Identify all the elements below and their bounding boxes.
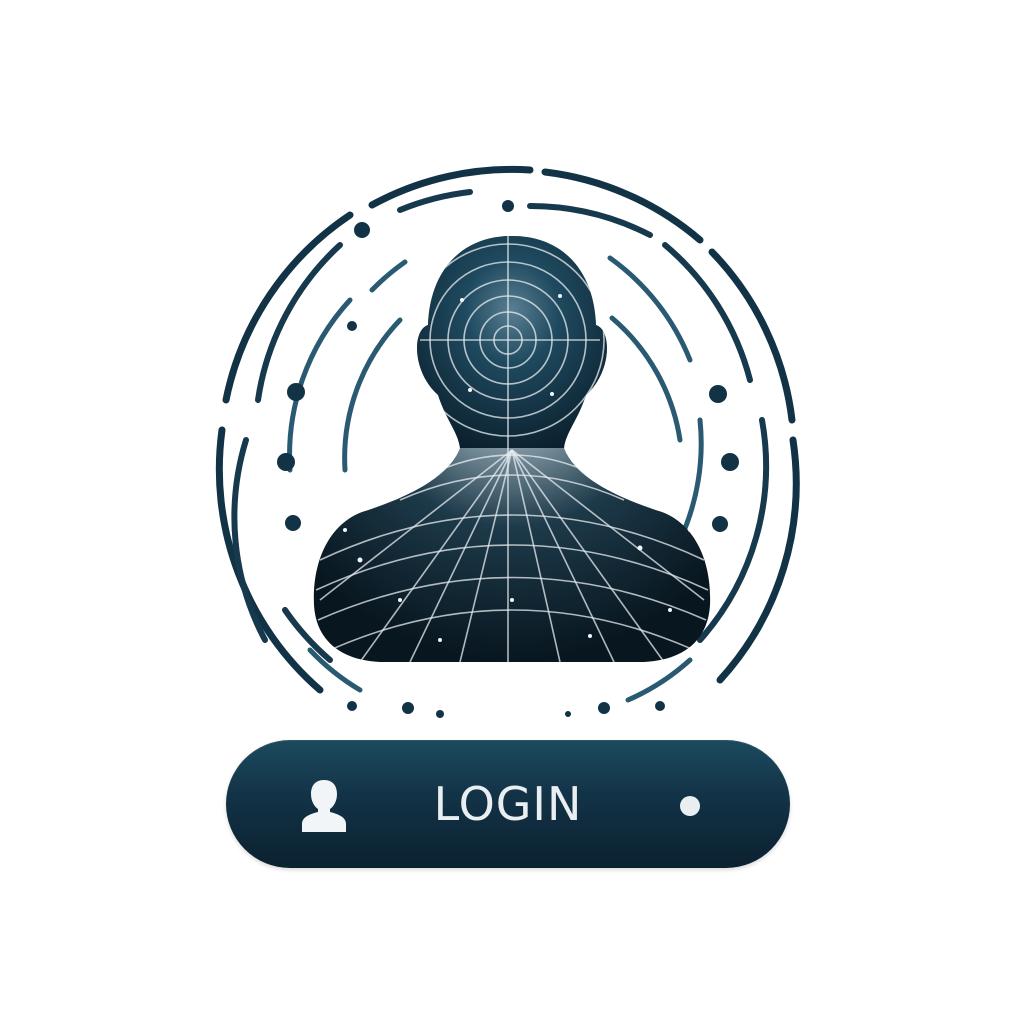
face-scan-icon [313, 236, 711, 662]
login-screen: LOGIN [0, 0, 1024, 1024]
login-button[interactable]: LOGIN [226, 740, 790, 868]
dot-icon [680, 796, 700, 816]
face-scan-emblem [215, 165, 800, 718]
login-label: LOGIN [433, 777, 583, 831]
